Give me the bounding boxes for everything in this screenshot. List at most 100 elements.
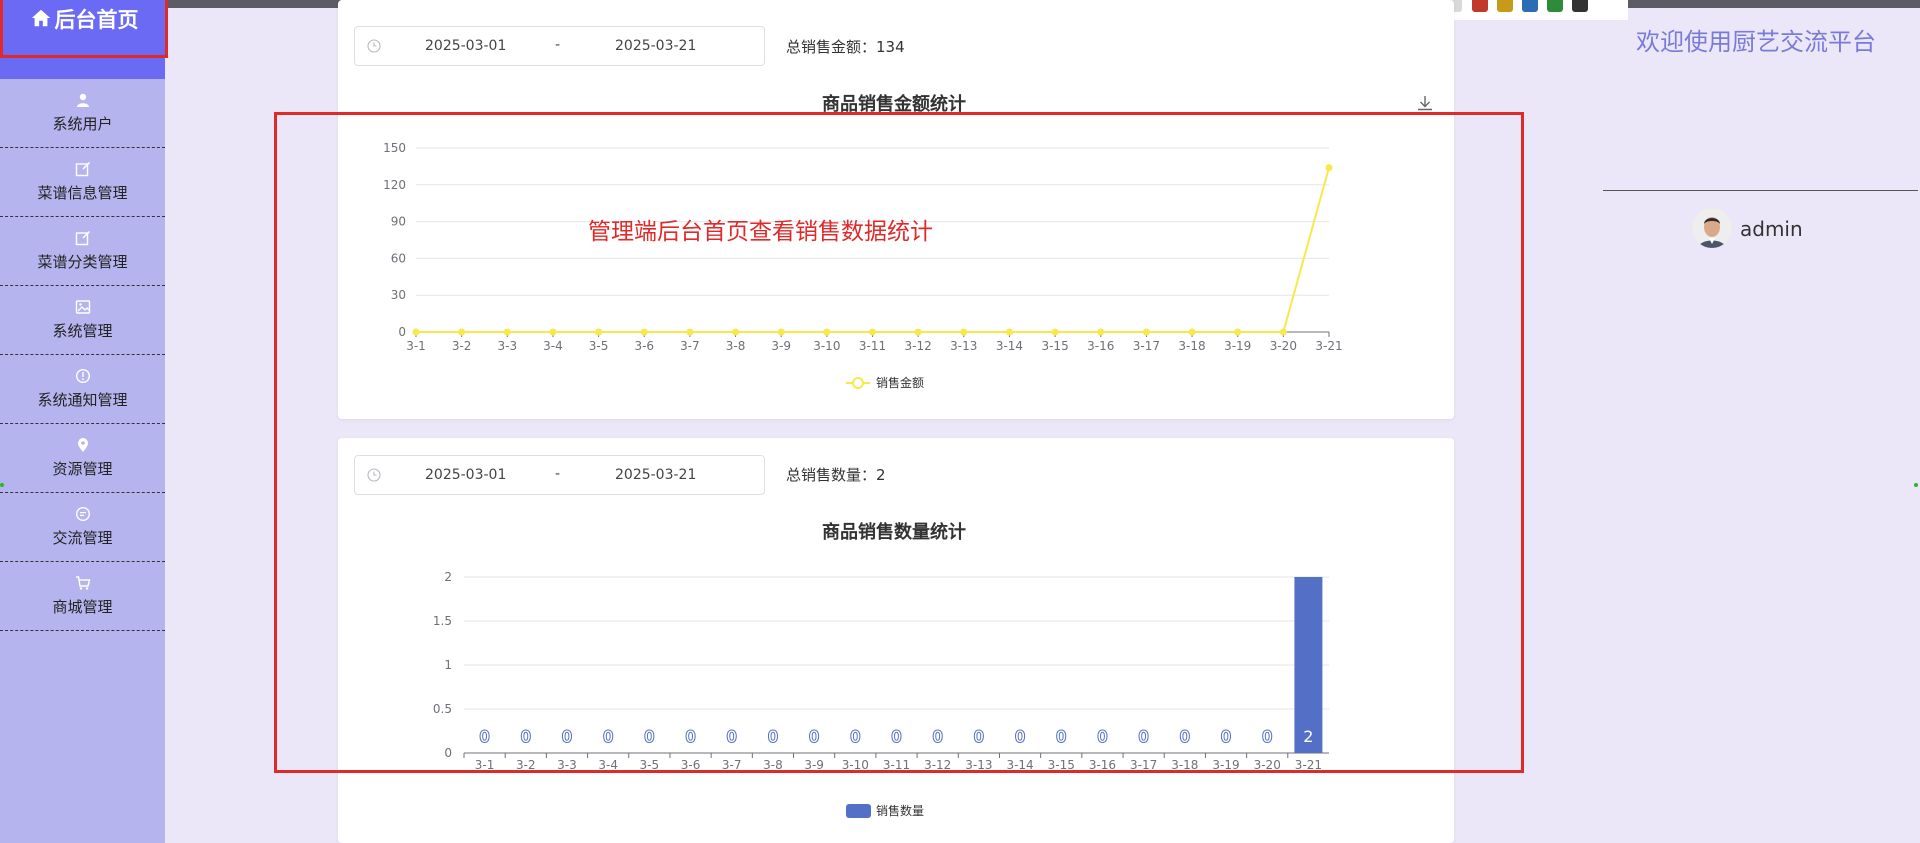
sidebar-item-system[interactable]: 系统管理 [0, 286, 165, 355]
sidebar-item-recipe-info[interactable]: 菜谱信息管理 [0, 148, 165, 217]
x-tick-label: 3-17 [1130, 758, 1157, 772]
x-tick-label: 3-6 [681, 758, 701, 772]
data-point [823, 328, 831, 336]
info-icon [75, 368, 91, 384]
data-label: 0 [603, 727, 613, 746]
cart-icon [75, 575, 91, 591]
sidebar: 后台首页 系统用户 菜谱信息管理 菜谱分类管理 系统管理 系统通知管理 资源管理… [0, 0, 168, 843]
x-tick-label: 3-16 [1087, 339, 1114, 353]
data-label: 0 [1262, 727, 1272, 746]
legend-swatch [846, 804, 871, 818]
x-tick-label: 3-8 [726, 339, 746, 353]
username[interactable]: admin [1740, 217, 1803, 241]
sales-quantity-card: 2025-03-01 - 2025-03-21 总销售数量：2 商品销售数量统计… [338, 438, 1454, 843]
x-tick-label: 3-12 [905, 339, 932, 353]
data-label: 0 [1015, 727, 1025, 746]
user-icon [75, 92, 91, 108]
data-point [1279, 328, 1287, 336]
x-tick-label: 3-21 [1295, 758, 1322, 772]
sidebar-item-label: 资源管理 [52, 460, 113, 478]
sidebar-item-label: 系统通知管理 [37, 391, 128, 409]
sidebar-item-mall[interactable]: 商城管理 [0, 562, 165, 631]
data-point [686, 328, 694, 336]
sidebar-item-exchange[interactable]: 交流管理 [0, 493, 165, 562]
annotation-text: 管理端后台首页查看销售数据统计 [588, 219, 933, 245]
x-tick-label: 3-7 [680, 339, 700, 353]
legend-marker [852, 377, 864, 389]
x-tick-label: 3-1 [475, 758, 495, 772]
toolbar-button[interactable] [1522, 0, 1538, 12]
data-point [1325, 164, 1333, 172]
y-tick-label: 60 [391, 251, 406, 265]
x-tick-label: 3-13 [950, 339, 977, 353]
y-tick-label: 0.5 [433, 702, 452, 716]
data-label: 0 [850, 727, 860, 746]
data-point [503, 328, 511, 336]
x-tick-label: 3-14 [996, 339, 1023, 353]
y-tick-label: 120 [383, 178, 406, 192]
avatar[interactable] [1692, 208, 1732, 248]
data-point [1188, 328, 1196, 336]
data-label: 0 [521, 727, 531, 746]
edit-icon [75, 161, 91, 177]
y-tick-label: 150 [383, 141, 406, 155]
y-tick-label: 1.5 [433, 614, 452, 628]
edge-marker [0, 483, 4, 487]
data-label: 0 [1180, 727, 1190, 746]
data-point [1097, 328, 1105, 336]
x-tick-label: 3-10 [842, 758, 869, 772]
data-point [595, 328, 603, 336]
home-link[interactable]: 后台首页 [0, 0, 168, 58]
data-label: 0 [1139, 727, 1149, 746]
sidebar-item-notice[interactable]: 系统通知管理 [0, 355, 165, 424]
x-tick-label: 3-4 [598, 758, 618, 772]
y-tick-label: 0 [444, 746, 452, 760]
x-tick-label: 3-21 [1315, 339, 1342, 353]
sidebar-item-recipe-category[interactable]: 菜谱分类管理 [0, 217, 165, 286]
data-point [869, 328, 876, 336]
x-tick-label: 3-8 [763, 758, 783, 772]
sidebar-item-users[interactable]: 系统用户 [0, 79, 165, 148]
home-icon [31, 9, 50, 27]
data-point [914, 328, 922, 336]
x-tick-label: 3-17 [1133, 339, 1160, 353]
edit-icon [75, 230, 91, 246]
home-band [0, 58, 165, 79]
x-tick-label: 3-19 [1212, 758, 1239, 772]
data-point [549, 328, 557, 336]
x-tick-label: 3-7 [722, 758, 742, 772]
x-tick-label: 3-6 [634, 339, 654, 353]
x-tick-label: 3-18 [1171, 758, 1198, 772]
x-tick-label: 3-4 [543, 339, 563, 353]
sidebar-item-label: 系统用户 [52, 115, 113, 133]
data-label: 0 [685, 727, 695, 746]
data-point [412, 328, 420, 336]
y-tick-label: 90 [391, 215, 406, 229]
y-tick-label: 0 [398, 325, 406, 339]
x-tick-label: 3-3 [497, 339, 517, 353]
sidebar-item-label: 菜谱分类管理 [37, 253, 128, 271]
sidebar-menu: 系统用户 菜谱信息管理 菜谱分类管理 系统管理 系统通知管理 资源管理 交流管理… [0, 79, 165, 631]
data-point [1005, 328, 1013, 336]
image-icon [75, 299, 91, 315]
sidebar-item-label: 菜谱信息管理 [37, 184, 128, 202]
x-tick-label: 3-20 [1254, 758, 1281, 772]
x-tick-label: 3-13 [965, 758, 992, 772]
x-tick-label: 3-10 [813, 339, 840, 353]
sidebar-item-resource[interactable]: 资源管理 [0, 424, 165, 493]
x-tick-label: 3-9 [771, 339, 791, 353]
toolbar-button[interactable] [1547, 0, 1563, 12]
chat-icon [75, 506, 91, 522]
x-tick-label: 3-2 [516, 758, 536, 772]
data-label: 2 [1303, 727, 1313, 746]
data-point [960, 328, 968, 336]
sidebar-item-label: 系统管理 [52, 322, 113, 340]
user-avatar-icon [1692, 208, 1732, 248]
x-tick-label: 3-11 [859, 339, 886, 353]
x-tick-label: 3-1 [406, 339, 426, 353]
toolbar-button[interactable] [1572, 0, 1588, 12]
x-tick-label: 3-12 [924, 758, 951, 772]
x-tick-label: 3-18 [1178, 339, 1205, 353]
toolbar-button[interactable] [1497, 0, 1513, 12]
toolbar-button[interactable] [1472, 0, 1488, 12]
